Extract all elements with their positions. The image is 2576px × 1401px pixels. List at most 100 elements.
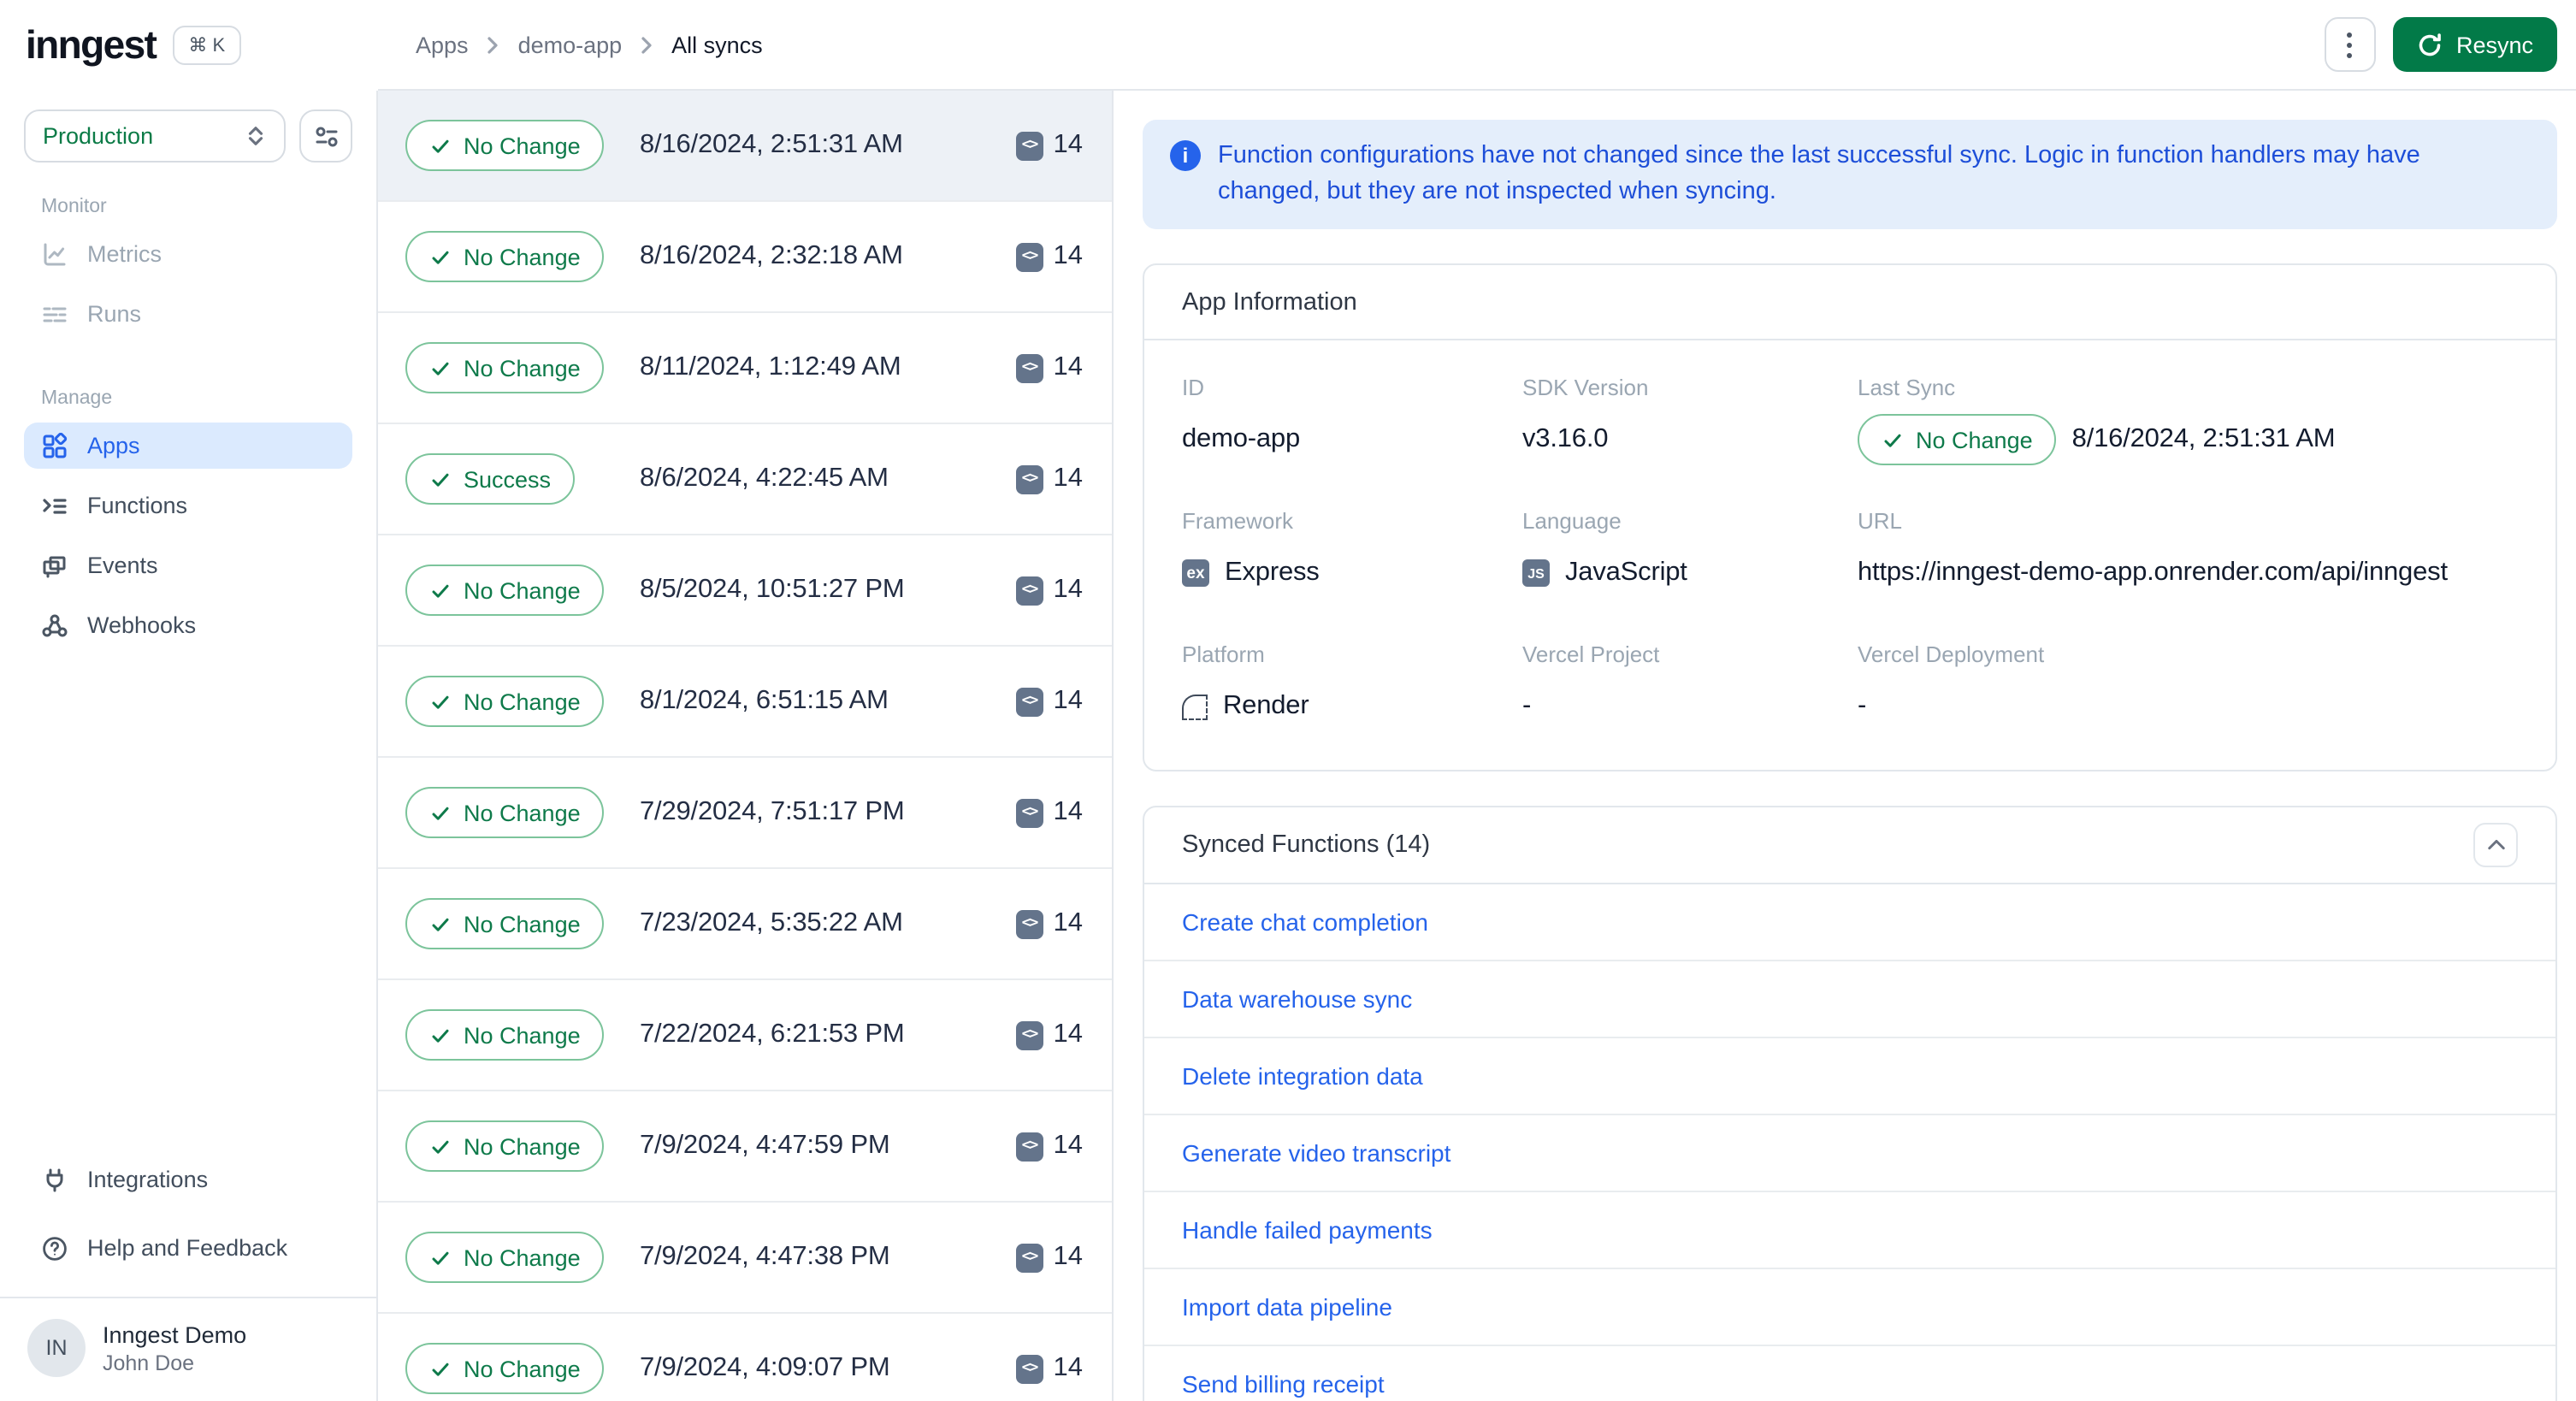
sync-function-count: <> 14: [1015, 130, 1083, 161]
sidebar-nav-item[interactable]: Functions: [24, 482, 352, 529]
command-k-shortcut[interactable]: ⌘ K: [173, 26, 241, 65]
chevron-right-icon: [639, 35, 654, 54]
function-row[interactable]: Handle failed payments: [1144, 1192, 2555, 1269]
sidebar-footer-item[interactable]: Help and Feedback: [24, 1225, 352, 1271]
sidebar-nav-item[interactable]: Metrics: [24, 231, 352, 277]
function-count-value: 14: [1053, 464, 1084, 493]
last-sync-time: 8/16/2024, 2:51:31 AM: [2071, 424, 2336, 453]
sync-function-count: <> 14: [1015, 352, 1083, 383]
sync-row[interactable]: No Change 8/11/2024, 1:12:49 AM <> 14: [378, 313, 1112, 424]
sync-row[interactable]: No Change 7/9/2024, 4:47:38 PM <> 14: [378, 1203, 1112, 1314]
sidebar-nav-item[interactable]: Events: [24, 542, 352, 588]
app-information-card: App Information ID demo-app SDK Version …: [1143, 263, 2557, 771]
sync-row[interactable]: No Change 7/23/2024, 5:35:22 AM <> 14: [378, 869, 1112, 980]
environment-settings-button[interactable]: [299, 109, 352, 163]
check-icon: [432, 472, 449, 486]
account-org-name: Inngest Demo: [103, 1321, 247, 1347]
sync-row[interactable]: No Change 7/29/2024, 7:51:17 PM <> 14: [378, 758, 1112, 869]
collapse-button[interactable]: [2473, 823, 2518, 867]
sync-status-badge: No Change: [405, 787, 605, 838]
sync-status-label: No Change: [464, 911, 581, 937]
sync-function-count: <> 14: [1015, 1242, 1084, 1273]
sync-row[interactable]: Success 8/6/2024, 4:22:45 AM <> 14: [378, 424, 1112, 535]
framework-value: Express: [1225, 558, 1320, 587]
sync-row[interactable]: No Change 7/9/2024, 4:09:07 PM <> 14: [378, 1314, 1112, 1401]
nav-item-label: Functions: [87, 493, 188, 518]
help-icon: [41, 1234, 68, 1262]
function-link[interactable]: Create chat completion: [1182, 908, 1428, 936]
code-icon: <>: [1015, 576, 1043, 605]
topbar: inngest ⌘ K Apps demo-app All syncs Resy…: [0, 0, 2576, 91]
function-link[interactable]: Send billing receipt: [1182, 1370, 1385, 1398]
code-icon: <>: [1015, 464, 1043, 494]
sync-status-badge: No Change: [405, 1343, 605, 1394]
function-count-value: 14: [1053, 1242, 1084, 1271]
environment-select[interactable]: Production: [24, 109, 286, 163]
sync-status-badge: No Change: [405, 676, 605, 727]
function-link[interactable]: Import data pipeline: [1182, 1293, 1392, 1321]
sync-row[interactable]: No Change 8/1/2024, 6:51:15 AM <> 14: [378, 647, 1112, 758]
function-row[interactable]: Delete integration data: [1144, 1038, 2555, 1115]
sync-status-badge: No Change: [405, 565, 605, 616]
sliders-icon: [312, 122, 340, 150]
sync-row[interactable]: No Change 8/16/2024, 2:51:31 AM <> 14: [378, 91, 1112, 202]
function-link[interactable]: Delete integration data: [1182, 1062, 1423, 1090]
runs-icon: [41, 300, 68, 328]
apps-icon: [41, 432, 68, 459]
sync-status-label: No Change: [464, 1244, 581, 1270]
account-text: Inngest Demo John Doe: [103, 1320, 246, 1376]
sync-row[interactable]: No Change 7/9/2024, 4:47:59 PM <> 14: [378, 1091, 1112, 1203]
sidebar-footer-item[interactable]: Integrations: [24, 1156, 352, 1203]
app-id-value: demo-app: [1182, 424, 1300, 453]
resync-button[interactable]: Resync: [2392, 17, 2557, 72]
field-sdk-version: SDK Version v3.16.0: [1522, 375, 1858, 465]
sync-status-wrap: No Change: [405, 1009, 640, 1061]
kebab-dot: [2347, 42, 2353, 47]
sync-row[interactable]: No Change 8/16/2024, 2:32:18 AM <> 14: [378, 202, 1112, 313]
sync-status-label: No Change: [464, 133, 581, 158]
sync-row[interactable]: No Change 8/5/2024, 10:51:27 PM <> 14: [378, 535, 1112, 647]
field-vercel-project: Vercel Project -: [1522, 641, 1858, 732]
sync-status-wrap: No Change: [405, 787, 640, 838]
sync-function-count: <> 14: [1015, 575, 1083, 606]
function-link[interactable]: Generate video transcript: [1182, 1139, 1450, 1167]
field-last-sync: Last Sync No Change 8/16/2024, 2:51:31 A…: [1858, 375, 2518, 465]
sidebar-section-manage: Manage: [41, 388, 113, 409]
sidebar-nav-item[interactable]: Apps: [24, 423, 352, 469]
account-menu[interactable]: IN Inngest Demo John Doe: [24, 1298, 352, 1401]
monitor-nav-group: Metrics Runs: [24, 231, 352, 351]
breadcrumb-demo-app[interactable]: demo-app: [518, 32, 623, 57]
check-icon: [432, 250, 449, 263]
function-row[interactable]: Data warehouse sync: [1144, 961, 2555, 1038]
function-link[interactable]: Handle failed payments: [1182, 1216, 1433, 1244]
field-language: Language JS JavaScript: [1522, 508, 1858, 599]
sync-timestamp: 8/16/2024, 2:32:18 AM: [640, 241, 903, 270]
info-banner-text: Function configurations have not changed…: [1218, 142, 2420, 205]
more-options-button[interactable]: [2324, 17, 2376, 72]
kebab-dot: [2347, 32, 2353, 37]
function-row[interactable]: Generate video transcript: [1144, 1115, 2555, 1192]
field-label: Last Sync: [1858, 375, 1956, 400]
sync-status-badge: No Change: [405, 231, 605, 282]
field-label: SDK Version: [1522, 375, 1649, 400]
sync-timestamp: 8/6/2024, 4:22:45 AM: [640, 464, 889, 493]
sync-row[interactable]: No Change 7/22/2024, 6:21:53 PM <> 14: [378, 980, 1112, 1091]
sync-function-count: <> 14: [1015, 908, 1083, 939]
sync-status-badge: Success: [405, 453, 576, 505]
function-row[interactable]: Create chat completion: [1144, 884, 2555, 961]
sidebar-footer-group: Integrations Help and Feedback: [24, 1156, 352, 1293]
function-row[interactable]: Send billing receipt: [1144, 1346, 2555, 1401]
sync-status-badge: No Change: [405, 1009, 605, 1061]
sync-status-label: No Change: [464, 1022, 581, 1048]
sync-status-label: No Change: [464, 1133, 581, 1159]
sync-status-label: No Change: [464, 244, 581, 269]
sidebar-nav-item[interactable]: Runs: [24, 291, 352, 337]
field-label: ID: [1182, 375, 1204, 400]
sidebar-nav-item[interactable]: Webhooks: [24, 602, 352, 648]
footer-item-label: Help and Feedback: [87, 1235, 288, 1261]
function-row[interactable]: Import data pipeline: [1144, 1269, 2555, 1346]
function-link[interactable]: Data warehouse sync: [1182, 985, 1412, 1013]
breadcrumb-apps[interactable]: Apps: [416, 32, 469, 57]
code-icon: <>: [1015, 1132, 1043, 1161]
field-url: URL https://inngest-demo-app.onrender.co…: [1858, 508, 2518, 599]
